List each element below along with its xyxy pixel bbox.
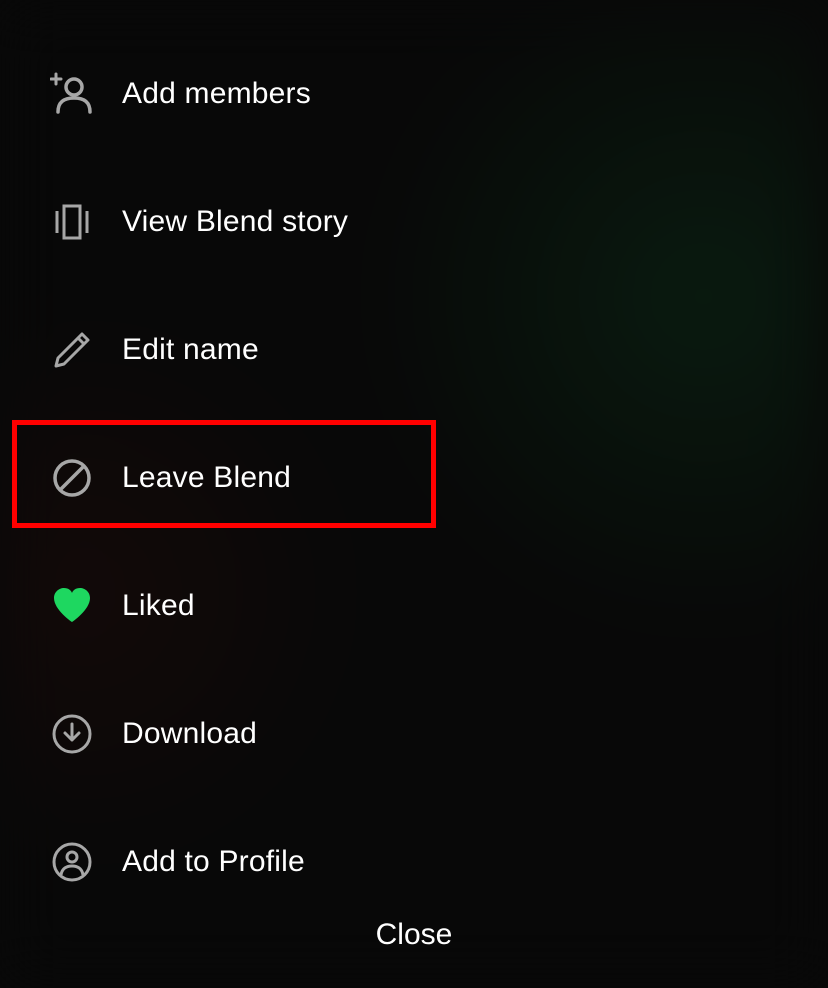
menu-item-label: Add to Profile — [122, 845, 305, 879]
block-icon — [50, 456, 94, 500]
download-icon — [50, 712, 94, 756]
menu-item-label: View Blend story — [122, 205, 348, 239]
menu-item-edit-name[interactable]: Edit name — [0, 286, 828, 414]
context-menu: Add members View Blend story Edit name — [0, 0, 828, 926]
menu-item-label: Leave Blend — [122, 461, 291, 495]
menu-item-view-blend-story[interactable]: View Blend story — [0, 158, 828, 286]
menu-item-leave-blend[interactable]: Leave Blend — [0, 414, 828, 542]
menu-item-label: Edit name — [122, 333, 259, 367]
close-bar: Close — [0, 906, 828, 964]
menu-item-label: Download — [122, 717, 257, 751]
menu-item-label: Add members — [122, 77, 311, 111]
add-person-icon — [50, 72, 94, 116]
menu-item-label: Liked — [122, 589, 195, 623]
heart-icon — [50, 584, 94, 628]
menu-item-download[interactable]: Download — [0, 670, 828, 798]
close-button[interactable]: Close — [346, 906, 483, 964]
story-icon — [50, 200, 94, 244]
menu-item-add-members[interactable]: Add members — [0, 30, 828, 158]
profile-icon — [50, 840, 94, 884]
menu-item-liked[interactable]: Liked — [0, 542, 828, 670]
pencil-icon — [50, 328, 94, 372]
